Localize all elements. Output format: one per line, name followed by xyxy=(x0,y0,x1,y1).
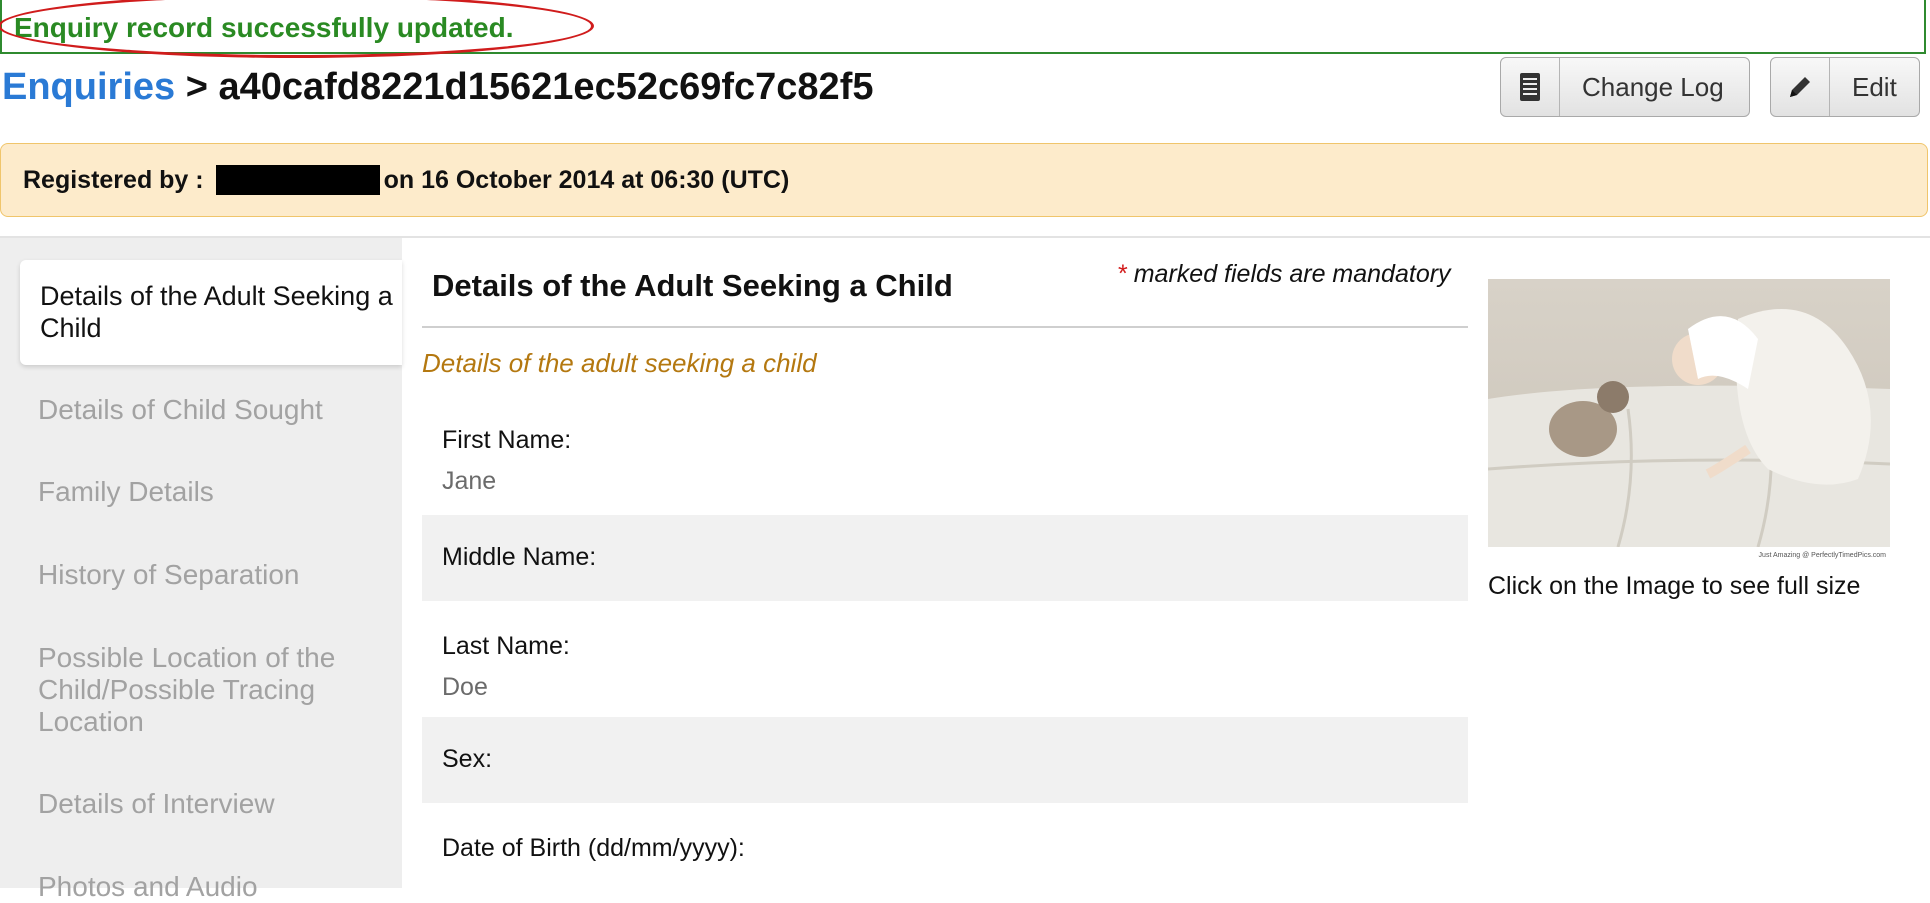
sidebar-item-details-of-interview[interactable]: Details of Interview xyxy=(38,788,378,820)
sidebar-item-family-details[interactable]: Family Details xyxy=(38,476,378,508)
breadcrumb-separator: > xyxy=(185,66,208,108)
pencil-icon xyxy=(1771,58,1830,116)
field-last-name: Last Name: Doe xyxy=(422,612,1468,716)
registered-suffix: on 16 October 2014 at 06:30 (UTC) xyxy=(383,165,790,194)
field-value: Jane xyxy=(442,467,497,495)
field-label: Middle Name: xyxy=(442,543,597,571)
flash-message: Enquiry record successfully updated. xyxy=(0,0,1926,58)
edit-button[interactable]: Edit xyxy=(1770,57,1920,117)
sidebar: Details of the Adult Seeking a Child Det… xyxy=(0,238,402,902)
field-value: Doe xyxy=(442,673,488,701)
field-first-name: First Name: Jane xyxy=(422,406,1468,506)
required-star: * xyxy=(1118,260,1128,288)
photo-watermark: Just Amazing @ PerfectlyTimedPics.com xyxy=(1759,552,1887,559)
subsection-title: Details of the adult seeking a child xyxy=(422,348,817,378)
record-id: a40cafd8221d15621ec52c69fc7c82f5 xyxy=(218,66,874,108)
field-date-of-birth: Date of Birth (dd/mm/yyyy): xyxy=(422,812,1468,888)
redacted-username xyxy=(215,165,380,195)
page-title: Enquiries > a40cafd8221d15621ec52c69fc7c… xyxy=(2,66,873,109)
registered-by-notice: Registered by : on 16 October 2014 at 06… xyxy=(0,143,1928,217)
field-sex: Sex: xyxy=(422,717,1468,803)
photo-caption: Click on the Image to see full size xyxy=(1488,572,1861,600)
field-label: Date of Birth (dd/mm/yyyy): xyxy=(442,834,745,862)
section-title: Details of the Adult Seeking a Child xyxy=(432,268,953,303)
sidebar-item-photos-and-audio[interactable]: Photos and Audio xyxy=(38,871,378,903)
highlight-annotation xyxy=(0,0,594,58)
section-divider xyxy=(422,326,1468,328)
field-label: Last Name: xyxy=(442,632,570,660)
child-photo[interactable]: Just Amazing @ PerfectlyTimedPics.com xyxy=(1488,279,1890,560)
registered-prefix: Registered by : xyxy=(23,165,204,194)
field-label: First Name: xyxy=(442,426,572,454)
field-middle-name: Middle Name: xyxy=(422,515,1468,601)
change-log-label: Change Log xyxy=(1582,71,1724,102)
sidebar-item-possible-location[interactable]: Possible Location of the Child/Possible … xyxy=(38,642,378,738)
change-log-button[interactable]: Change Log xyxy=(1500,57,1750,117)
field-label: Sex: xyxy=(442,745,493,773)
mandatory-text: marked fields are mandatory xyxy=(1133,260,1451,288)
sidebar-item-child-sought[interactable]: Details of Child Sought xyxy=(38,394,378,426)
document-list-icon xyxy=(1501,58,1560,116)
breadcrumb-link-enquiries[interactable]: Enquiries xyxy=(2,66,175,108)
sidebar-item-adult-seeking-child[interactable]: Details of the Adult Seeking a Child xyxy=(20,260,402,365)
mandatory-note: * marked fields are mandatory xyxy=(1118,260,1451,289)
sidebar-item-history-of-separation[interactable]: History of Separation xyxy=(38,559,378,591)
edit-label: Edit xyxy=(1852,71,1897,102)
